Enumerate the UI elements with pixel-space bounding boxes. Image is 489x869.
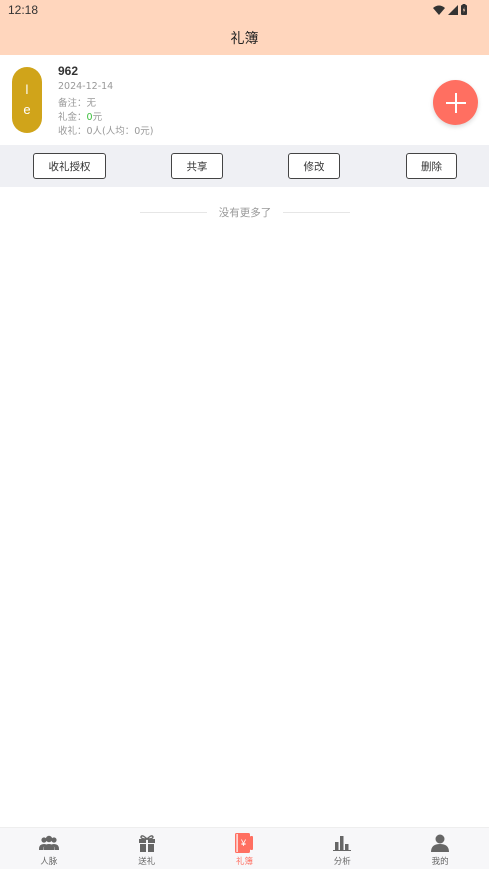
note-value: 无 xyxy=(86,98,97,109)
page-title: 礼簿 xyxy=(230,31,259,47)
nav-item-send-gift[interactable]: 送礼 xyxy=(98,828,196,869)
user-icon xyxy=(431,834,450,852)
bar-chart-icon xyxy=(333,836,352,851)
gift-label: 礼金： xyxy=(58,112,87,123)
plus-icon xyxy=(445,92,466,113)
bottom-nav: 人脉 送礼 ¥ 礼簿 分析 我的 xyxy=(0,827,489,869)
nav-label: 礼簿 xyxy=(235,857,253,867)
note-label: 备注： xyxy=(58,98,87,109)
nav-label: 人脉 xyxy=(40,857,58,867)
book-avatar: l e xyxy=(12,67,42,133)
book-gift-money: 礼金：0元 xyxy=(58,109,102,123)
nav-label: 送礼 xyxy=(138,857,156,867)
divider-right xyxy=(283,211,350,213)
no-more-text: 没有更多了 xyxy=(218,206,272,219)
nav-item-contacts[interactable]: 人脉 xyxy=(0,828,98,869)
delete-button[interactable]: 删除 xyxy=(406,153,457,179)
nav-label: 我的 xyxy=(431,857,449,867)
gift-icon xyxy=(138,835,155,852)
action-bar: 收礼授权 共享 修改 删除 xyxy=(0,145,489,187)
nav-item-gift-book[interactable]: ¥ 礼簿 xyxy=(196,828,294,869)
share-button[interactable]: 共享 xyxy=(171,153,223,179)
svg-text:¥: ¥ xyxy=(240,838,247,848)
nav-label: 分析 xyxy=(333,857,351,867)
people-icon xyxy=(38,835,59,850)
book-date: 2024-12-14 xyxy=(58,81,114,92)
gift-unit: 元 xyxy=(92,112,103,123)
app-header: 礼簿 xyxy=(0,20,489,55)
book-name: 962 xyxy=(58,64,79,78)
wifi-icon xyxy=(433,5,445,15)
status-bar: 12:18 xyxy=(0,0,489,20)
no-more-indicator: 没有更多了 xyxy=(140,205,350,219)
divider-left xyxy=(140,211,207,213)
gift-book-icon: ¥ xyxy=(235,833,254,853)
status-time: 12:18 xyxy=(8,3,39,17)
authorize-button[interactable]: 收礼授权 xyxy=(33,153,106,179)
nav-item-analysis[interactable]: 分析 xyxy=(293,828,391,869)
add-book-button[interactable] xyxy=(433,80,478,125)
nav-item-profile[interactable]: 我的 xyxy=(391,828,489,869)
book-note: 备注：无 xyxy=(58,95,96,109)
battery-icon xyxy=(461,4,467,15)
avatar-char-1: l xyxy=(25,82,29,97)
book-received: 收礼：0人(人均：0元) xyxy=(58,126,154,137)
edit-button[interactable]: 修改 xyxy=(288,153,340,179)
avatar-char-2: e xyxy=(23,102,31,117)
status-icons xyxy=(433,4,467,15)
signal-icon xyxy=(448,4,458,15)
gift-book-card[interactable]: l e 962 2024-12-14 备注：无 礼金：0元 收礼：0人(人均：0… xyxy=(0,55,489,145)
